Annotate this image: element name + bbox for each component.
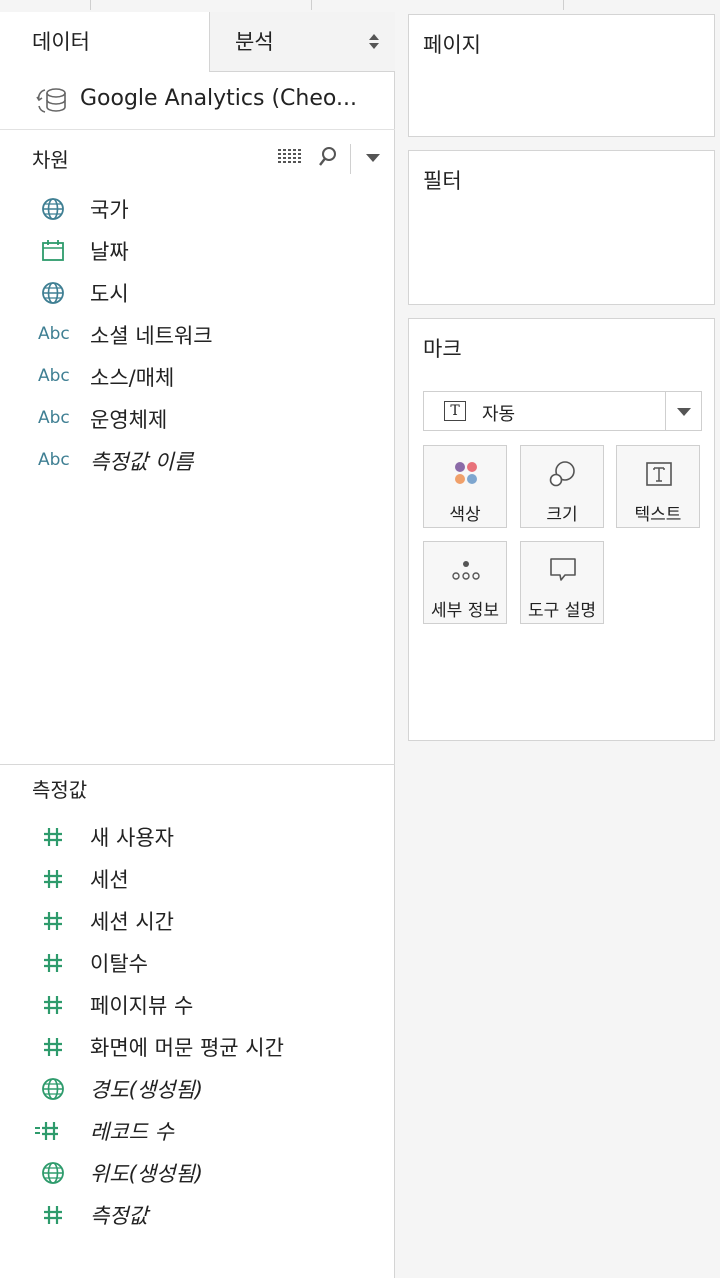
measure-field-label: 이탈수 — [90, 952, 148, 976]
marks-title: 마크 — [423, 337, 462, 361]
color-dots-icon — [455, 462, 477, 484]
hash-icon — [38, 906, 70, 934]
tooltip-button[interactable]: 도구 설명 — [520, 541, 604, 624]
dimension-menu-caret-icon[interactable] — [366, 154, 380, 162]
dimension-field[interactable]: 날짜 — [0, 230, 395, 270]
dimension-field[interactable]: Abc 운영체제 — [0, 398, 395, 438]
globe-icon — [38, 1158, 70, 1186]
measure-field[interactable]: 새 사용자 — [0, 816, 395, 856]
dimension-field[interactable]: Abc 소스/매체 — [0, 356, 395, 396]
top-tick — [311, 0, 312, 10]
hash-icon — [38, 864, 70, 892]
color-label: 색상 — [449, 505, 481, 525]
measure-field[interactable]: 화면에 머문 평균 시간 — [0, 1026, 395, 1066]
calendar-icon — [38, 236, 70, 264]
dimension-field-label: 도시 — [90, 282, 129, 306]
hash-icon — [38, 948, 70, 976]
mark-type-caret-icon[interactable] — [677, 408, 691, 416]
tab-analysis-label: 분석 — [235, 30, 274, 54]
text-button[interactable]: 텍스트 — [616, 445, 700, 528]
measure-field[interactable]: 세션 — [0, 858, 395, 898]
text-icon — [646, 462, 672, 486]
measure-field-label: 화면에 머문 평균 시간 — [90, 1036, 284, 1060]
measure-field-label: 레코드 수 — [90, 1120, 174, 1144]
measure-field-label: 측정값 — [90, 1204, 148, 1228]
pages-shelf[interactable]: 페이지 — [408, 14, 715, 137]
datasource-row[interactable]: Google Analytics (Cheo... — [0, 72, 395, 130]
dimension-field-label: 측정값 이름 — [90, 450, 194, 474]
dimension-field-label: 국가 — [90, 198, 129, 222]
mark-type-label: 자동 — [482, 404, 516, 425]
datasource-icon — [36, 88, 66, 113]
pages-shelf-title: 페이지 — [423, 33, 481, 57]
marks-card: 마크 T 자동 색상 크기 텍스트 세부 정보 도구 설명 — [408, 318, 715, 741]
dimension-field[interactable]: Abc 소셜 네트워크 — [0, 314, 395, 354]
mark-type-select[interactable]: T 자동 — [423, 391, 702, 431]
dimension-field-label: 소스/매체 — [90, 366, 175, 390]
dimension-field-label: 운영체제 — [90, 408, 168, 432]
pane-tabs: 데이터 분석 — [0, 12, 395, 72]
dimensions-header: 차원 — [32, 148, 69, 172]
globe-icon — [38, 278, 70, 306]
globe-icon — [38, 194, 70, 222]
filters-shelf[interactable]: 필터 — [408, 150, 715, 305]
top-tick — [563, 0, 564, 10]
measure-field-label: 새 사용자 — [90, 826, 174, 850]
measure-field[interactable]: 세션 시간 — [0, 900, 395, 940]
top-tick — [90, 0, 91, 10]
data-pane: 데이터 분석 Google Analytics (Cheo... 차원 국가 날… — [0, 12, 395, 1278]
measure-field-label: 세션 시간 — [90, 910, 174, 934]
size-label: 크기 — [546, 505, 578, 525]
dimension-tools — [276, 144, 386, 176]
measure-field-label: 위도(생성됨) — [90, 1162, 203, 1186]
abc-string-icon: Abc — [38, 450, 70, 470]
dimension-field-label: 소셜 네트워크 — [90, 324, 213, 348]
tooltip-label: 도구 설명 — [528, 601, 596, 621]
record-hash-icon — [35, 1116, 70, 1144]
abc-string-icon: Abc — [38, 324, 70, 344]
measures-header: 측정값 — [32, 778, 88, 802]
detail-label: 세부 정보 — [431, 601, 499, 621]
measure-field-label: 페이지뷰 수 — [90, 994, 194, 1018]
measure-field[interactable]: 페이지뷰 수 — [0, 984, 395, 1024]
tab-data[interactable]: 데이터 — [0, 12, 209, 72]
filters-shelf-title: 필터 — [423, 169, 462, 193]
measure-field[interactable]: 위도(생성됨) — [0, 1152, 395, 1192]
sort-arrows-icon — [369, 34, 379, 50]
globe-icon — [38, 1074, 70, 1102]
tab-analysis[interactable]: 분석 — [209, 12, 395, 72]
top-strip — [0, 0, 720, 12]
measure-field-label: 세션 — [90, 868, 129, 892]
text-label: 텍스트 — [634, 505, 682, 525]
measure-field[interactable]: 레코드 수 — [0, 1110, 395, 1150]
dimension-field[interactable]: 국가 — [0, 188, 395, 228]
measure-field[interactable]: 측정값 — [0, 1194, 395, 1234]
color-button[interactable]: 색상 — [423, 445, 507, 528]
hash-icon — [38, 822, 70, 850]
abc-string-icon: Abc — [38, 408, 70, 428]
measure-field[interactable]: 이탈수 — [0, 942, 395, 982]
detail-dots-icon — [452, 561, 480, 580]
measure-field[interactable]: 경도(생성됨) — [0, 1068, 395, 1108]
tools-separator — [350, 144, 351, 174]
text-mark-icon: T — [444, 401, 466, 421]
pane-divider[interactable] — [0, 764, 395, 765]
search-icon[interactable] — [318, 146, 338, 168]
mark-select-separator — [665, 392, 666, 430]
datasource-name: Google Analytics (Cheo... — [80, 86, 357, 111]
tooltip-bubble-icon — [550, 558, 576, 581]
dimension-field[interactable]: 도시 — [0, 272, 395, 312]
detail-button[interactable]: 세부 정보 — [423, 541, 507, 624]
size-button[interactable]: 크기 — [520, 445, 604, 528]
size-circles-icon — [549, 461, 575, 487]
list-view-icon[interactable] — [278, 149, 302, 165]
abc-string-icon: Abc — [38, 366, 70, 386]
hash-icon — [38, 1200, 70, 1228]
measure-field-label: 경도(생성됨) — [90, 1078, 203, 1102]
dimension-field-label: 날짜 — [90, 240, 129, 264]
hash-icon — [38, 990, 70, 1018]
dimension-field[interactable]: Abc 측정값 이름 — [0, 440, 395, 480]
hash-icon — [38, 1032, 70, 1060]
